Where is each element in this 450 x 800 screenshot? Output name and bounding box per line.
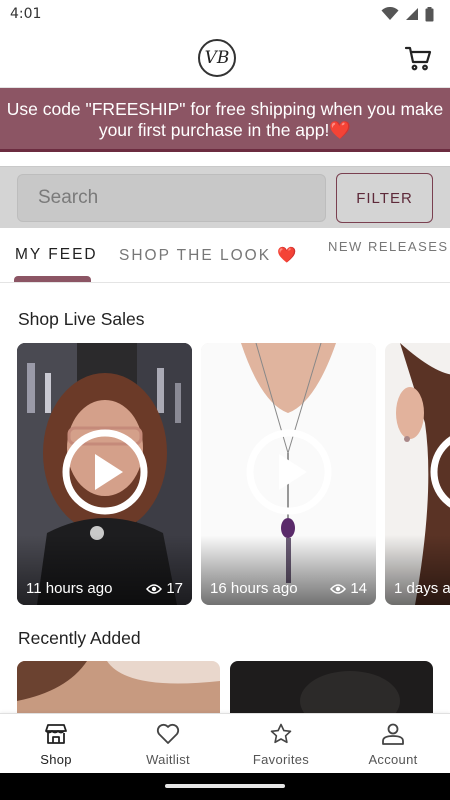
status-bar: 4:01 bbox=[0, 0, 450, 28]
play-icon[interactable] bbox=[61, 428, 149, 516]
eye-icon bbox=[330, 583, 347, 594]
view-count: 14 bbox=[350, 580, 367, 597]
tab-my-feed[interactable]: MY FEED bbox=[15, 246, 98, 264]
live-sale-card[interactable]: 16 hours ago 14 bbox=[201, 343, 376, 605]
product-thumbnail bbox=[230, 661, 433, 713]
card-views: 14 bbox=[330, 580, 367, 597]
play-icon[interactable] bbox=[429, 428, 450, 516]
spacer bbox=[0, 152, 450, 166]
product-card[interactable] bbox=[230, 661, 433, 713]
nav-label: Favorites bbox=[252, 752, 310, 767]
tab-bar: MY FEED SHOP THE LOOK ❤️ NEW RELEASES & … bbox=[0, 228, 450, 283]
status-icons bbox=[381, 6, 434, 22]
promo-text: Use code "FREESHIP" for free shipping wh… bbox=[6, 99, 444, 140]
signal-icon bbox=[406, 8, 418, 20]
star-icon bbox=[270, 723, 292, 744]
store-icon bbox=[45, 724, 67, 744]
brand-logo[interactable]: VB bbox=[198, 39, 236, 77]
card-time: 16 hours ago bbox=[210, 580, 298, 597]
product-card[interactable] bbox=[17, 661, 220, 713]
cart-icon bbox=[404, 46, 432, 71]
recently-added-title: Recently Added bbox=[18, 628, 141, 648]
play-icon[interactable] bbox=[245, 428, 333, 516]
tab-new-releases[interactable]: NEW RELEASES & ITEMS bbox=[328, 240, 450, 254]
system-gesture-bar bbox=[0, 773, 450, 800]
person-icon bbox=[382, 723, 404, 745]
live-sale-card[interactable]: 1 days a bbox=[385, 343, 450, 605]
product-thumbnail bbox=[17, 661, 220, 713]
tab-shop-the-look[interactable]: SHOP THE LOOK ❤️ bbox=[119, 246, 299, 265]
nav-label: Account bbox=[368, 752, 418, 767]
search-input[interactable] bbox=[17, 174, 326, 222]
nav-account[interactable]: Account bbox=[337, 714, 449, 774]
eye-icon bbox=[146, 583, 163, 594]
card-views: 17 bbox=[146, 580, 183, 597]
nav-waitlist[interactable]: Waitlist bbox=[112, 714, 224, 774]
card-time: 1 days a bbox=[394, 580, 450, 597]
status-time: 4:01 bbox=[10, 6, 42, 22]
cart-button[interactable] bbox=[404, 44, 432, 72]
card-time: 11 hours ago bbox=[26, 580, 113, 597]
promo-banner[interactable]: Use code "FREESHIP" for free shipping wh… bbox=[0, 88, 450, 152]
view-count: 17 bbox=[166, 580, 183, 597]
home-indicator[interactable] bbox=[165, 784, 285, 788]
logo-text: VB bbox=[204, 48, 230, 68]
nav-shop[interactable]: Shop bbox=[0, 714, 112, 774]
filter-button[interactable]: FILTER bbox=[336, 173, 433, 223]
battery-icon bbox=[425, 6, 434, 21]
wifi-icon bbox=[381, 7, 399, 20]
bottom-nav: Shop Waitlist Favorites Account bbox=[0, 713, 450, 773]
active-tab-indicator bbox=[14, 276, 91, 282]
app-header: VB bbox=[0, 28, 450, 88]
search-area: FILTER bbox=[0, 166, 450, 228]
nav-label: Shop bbox=[40, 752, 72, 767]
heart-icon bbox=[156, 723, 180, 744]
live-sale-card[interactable]: 11 hours ago 17 bbox=[17, 343, 192, 605]
live-sales-title: Shop Live Sales bbox=[18, 309, 145, 329]
nav-label: Waitlist bbox=[146, 752, 190, 767]
nav-favorites[interactable]: Favorites bbox=[225, 714, 337, 774]
